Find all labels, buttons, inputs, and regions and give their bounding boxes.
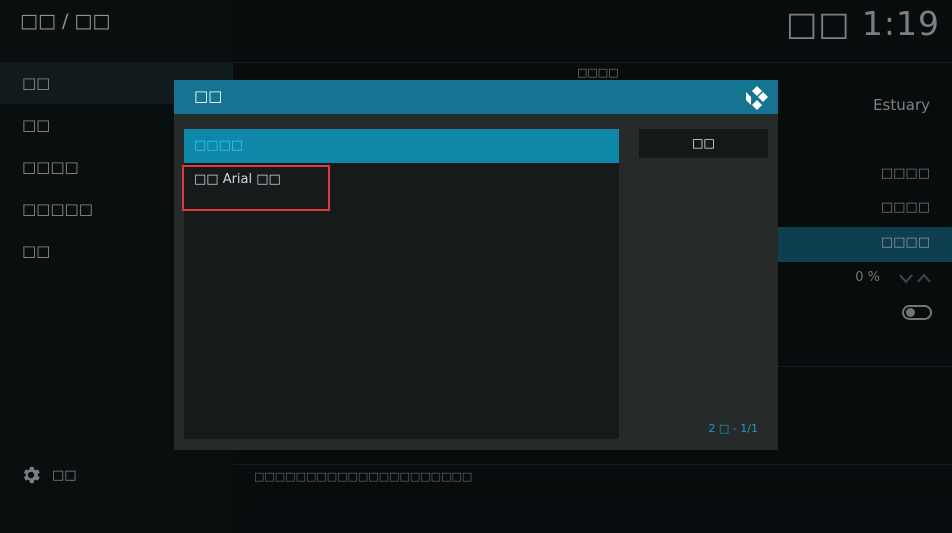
select-dialog: □□ □□□□ □□ Arial □□ □□ 2 □ - 1/1: [174, 80, 778, 450]
dialog-header: □□: [174, 80, 778, 114]
highlight-annotation: [182, 165, 330, 211]
dialog-title: □□: [194, 87, 223, 105]
dialog-side-panel: □□ 2 □ - 1/1: [631, 129, 768, 439]
list-item[interactable]: □□□□: [184, 129, 619, 163]
ok-button[interactable]: □□: [639, 129, 768, 158]
item-count: 2 □ - 1/1: [708, 422, 758, 435]
kodi-logo-icon: [746, 86, 768, 110]
